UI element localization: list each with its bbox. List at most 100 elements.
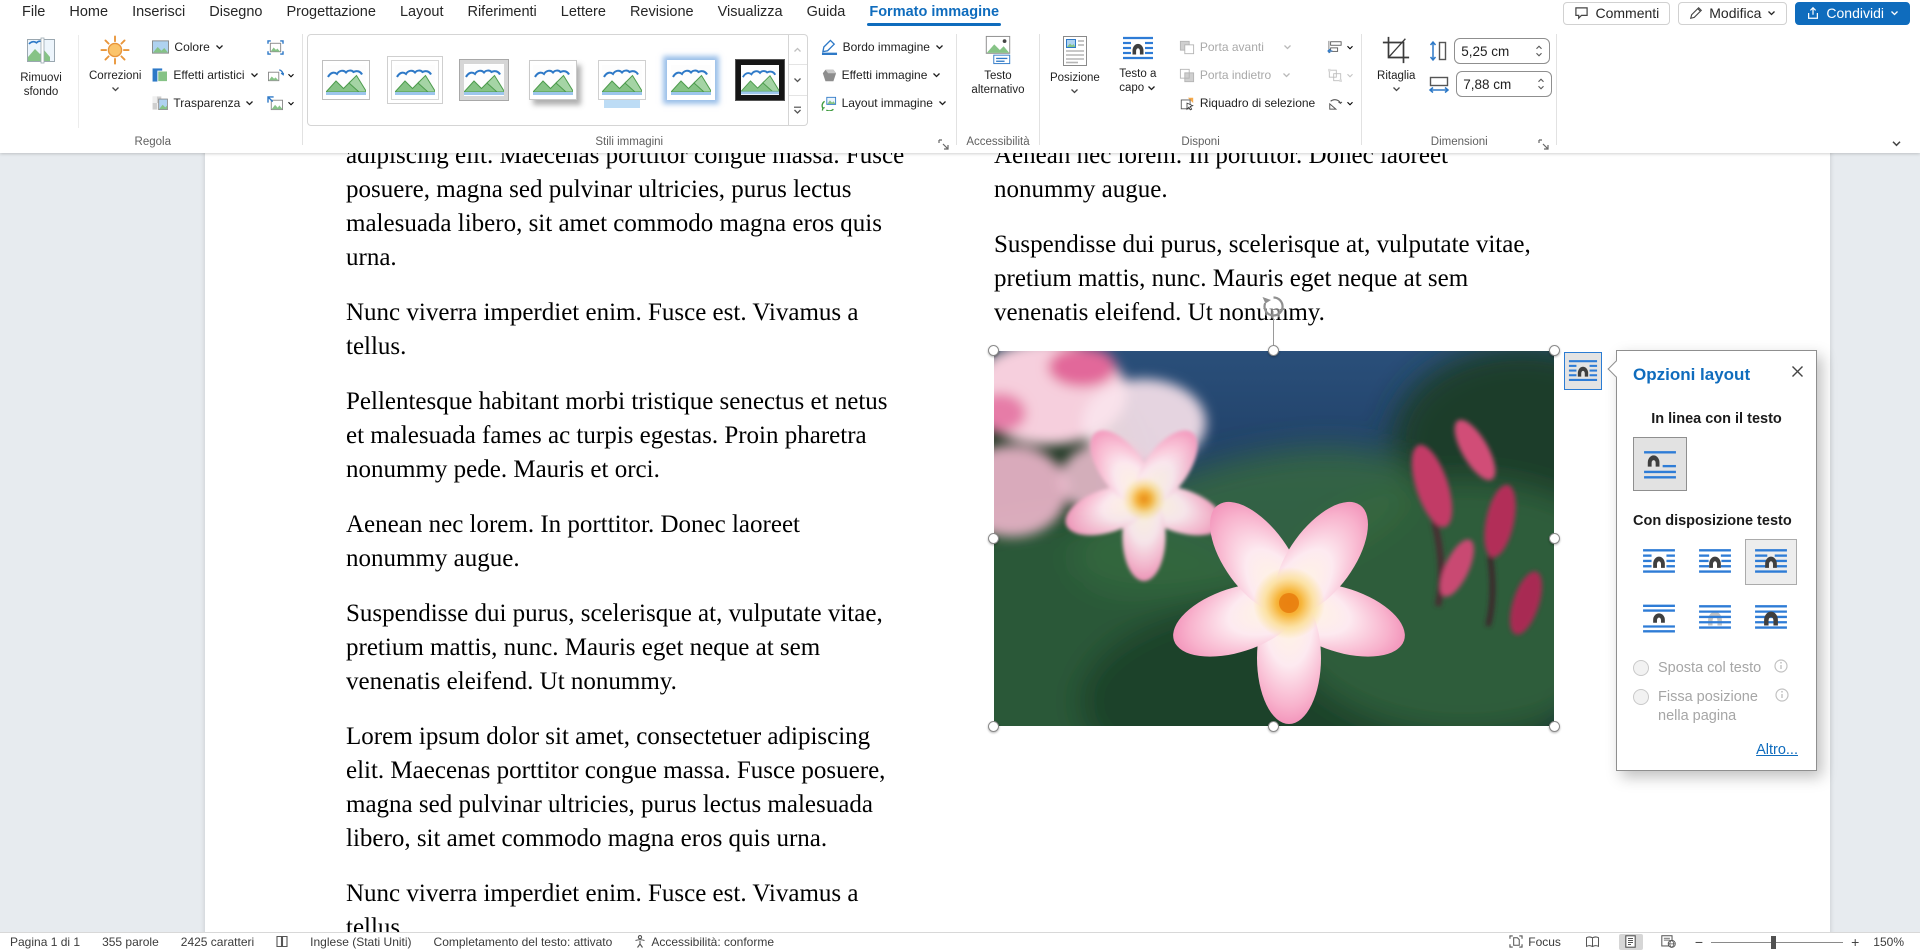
language-status[interactable]: Inglese (Stati Uniti): [310, 935, 411, 949]
dialog-launcher-icon[interactable]: [1538, 139, 1549, 150]
picture-border-button[interactable]: Bordo immagine: [816, 33, 952, 61]
menu-tab-progettazione[interactable]: Progettazione: [274, 0, 387, 26]
word-count-status[interactable]: 355 parole: [102, 935, 159, 949]
paragraph[interactable]: Aenean nec lorem. In porttitor. Donec la…: [994, 153, 1554, 207]
paragraph[interactable]: Nunc viverra imperdiet enim. Fusce est. …: [346, 877, 906, 932]
zoom-level[interactable]: 150%: [1873, 935, 1904, 949]
reset-picture-button[interactable]: [264, 89, 298, 117]
share-button[interactable]: Condividi: [1795, 2, 1910, 25]
comments-button[interactable]: Commenti: [1563, 2, 1670, 25]
height-spinner[interactable]: [1535, 45, 1543, 57]
selection-handle-bottom-left[interactable]: [988, 721, 999, 732]
picture-style-thumbnail-3[interactable]: [460, 60, 508, 100]
corrections-button[interactable]: Correzioni: [83, 29, 147, 92]
paragraph[interactable]: Pellentesque habitant morbi tristique se…: [346, 385, 906, 487]
color-button[interactable]: Colore: [147, 33, 263, 61]
picture-effects-button[interactable]: Effetti immagine: [816, 61, 952, 89]
change-picture-button[interactable]: [264, 61, 298, 89]
picture-style-thumbnail-1[interactable]: [322, 60, 370, 100]
picture-style-thumbnail-4[interactable]: [529, 60, 577, 100]
menu-tab-home[interactable]: Home: [57, 0, 120, 26]
width-spinner[interactable]: [1537, 78, 1545, 90]
position-button[interactable]: Posizione: [1044, 29, 1106, 94]
wrap-in-front-icon: [1754, 603, 1788, 633]
wrap-option-inline[interactable]: [1633, 437, 1687, 491]
picture-style-thumbnail-5[interactable]: [598, 60, 646, 100]
layout-options-button[interactable]: [1564, 352, 1602, 390]
zoom-slider-thumb[interactable]: [1771, 936, 1776, 949]
artistic-effects-button[interactable]: Effetti artistici: [147, 61, 263, 89]
selection-handle-top-center[interactable]: [1268, 345, 1279, 356]
picture-style-thumbnail-6[interactable]: [667, 60, 715, 100]
wrap-option-square[interactable]: [1633, 539, 1685, 585]
web-layout-button[interactable]: [1657, 934, 1681, 950]
gallery-scroll-down-button[interactable]: [789, 64, 807, 94]
wrap-option-top-bottom[interactable]: [1633, 595, 1685, 641]
crop-button[interactable]: Ritaglia: [1366, 29, 1426, 92]
menu-tab-riferimenti[interactable]: Riferimenti: [455, 0, 548, 26]
edit-mode-button[interactable]: Modifica: [1678, 2, 1787, 25]
align-objects-button[interactable]: [1324, 33, 1357, 61]
wrap-option-through[interactable]: [1745, 539, 1797, 585]
rotate-objects-button[interactable]: [1324, 89, 1357, 117]
paragraph[interactable]: Lorem ipsum dolor sit amet, consectetuer…: [346, 720, 906, 856]
selection-handle-top-left[interactable]: [988, 345, 999, 356]
wrap-option-in-front[interactable]: [1745, 595, 1797, 641]
menu-tab-formato-immagine[interactable]: Formato immagine: [857, 0, 1011, 26]
accessibility-status[interactable]: Accessibilità: conforme: [634, 935, 774, 949]
picture-style-thumbnail-7[interactable]: [736, 60, 784, 100]
menu-tab-visualizza[interactable]: Visualizza: [706, 0, 795, 26]
rotation-handle[interactable]: [1260, 293, 1287, 320]
selection-handle-top-right[interactable]: [1549, 345, 1560, 356]
text-completion-status[interactable]: Completamento del testo: attivato: [434, 935, 613, 949]
dialog-launcher-icon[interactable]: [938, 139, 949, 150]
picture-styles-gallery: [307, 34, 789, 126]
text-column-left[interactable]: adipiscing elit. Maecenas porttitor cong…: [346, 153, 906, 932]
menu-tab-file[interactable]: File: [10, 0, 57, 26]
paragraph[interactable]: Suspendisse dui purus, scelerisque at, v…: [346, 597, 906, 699]
selection-pane-button[interactable]: Riquadro di selezione: [1174, 89, 1320, 117]
web-layout-icon: [1661, 935, 1676, 948]
chevron-down-icon: [1346, 73, 1354, 78]
menu-tab-revisione[interactable]: Revisione: [618, 0, 706, 26]
zoom-out-button[interactable]: −: [1695, 934, 1703, 950]
transparency-button[interactable]: Trasparenza: [147, 89, 263, 117]
picture-style-thumbnail-2[interactable]: [391, 60, 439, 100]
selection-handle-bottom-right[interactable]: [1549, 721, 1560, 732]
focus-mode-button[interactable]: Focus: [1509, 935, 1561, 949]
menu-tab-guida[interactable]: Guida: [795, 0, 858, 26]
wrap-option-tight[interactable]: [1689, 539, 1741, 585]
alt-text-button[interactable]: Testo alternativo: [961, 29, 1035, 97]
collapse-ribbon-button[interactable]: [1891, 140, 1902, 147]
picture-layout-button[interactable]: Layout immagine: [816, 89, 952, 117]
char-count-status[interactable]: 2425 caratteri: [181, 935, 254, 949]
print-layout-button[interactable]: [1619, 934, 1643, 950]
gallery-more-button[interactable]: [789, 95, 807, 125]
paragraph[interactable]: adipiscing elit. Maecenas porttitor cong…: [346, 153, 906, 275]
shape-height-input[interactable]: 5,25 cm: [1454, 38, 1550, 64]
menu-tab-disegno[interactable]: Disegno: [197, 0, 274, 26]
selection-handle-middle-left[interactable]: [988, 533, 999, 544]
gallery-scroll-up-button[interactable]: [789, 35, 807, 64]
proofing-status[interactable]: [276, 935, 288, 948]
wrap-text-button[interactable]: Testo a capo: [1106, 29, 1170, 95]
selection-handle-middle-right[interactable]: [1549, 533, 1560, 544]
wrap-option-behind-text[interactable]: [1689, 595, 1741, 641]
paragraph[interactable]: Aenean nec lorem. In porttitor. Donec la…: [346, 508, 906, 576]
selected-image[interactable]: [994, 351, 1554, 726]
read-mode-button[interactable]: [1581, 934, 1605, 950]
paragraph[interactable]: Nunc viverra imperdiet enim. Fusce est. …: [346, 296, 906, 364]
zoom-in-button[interactable]: +: [1851, 934, 1859, 950]
text-column-right[interactable]: Aenean nec lorem. In porttitor. Donec la…: [994, 153, 1554, 932]
selection-handle-bottom-center[interactable]: [1268, 721, 1279, 732]
shape-width-input[interactable]: 7,88 cm: [1456, 71, 1552, 97]
page-number-status[interactable]: Pagina 1 di 1: [10, 935, 80, 949]
remove-background-button[interactable]: Rimuovi sfondo: [8, 29, 74, 99]
menu-tab-lettere[interactable]: Lettere: [549, 0, 618, 26]
menu-tab-layout[interactable]: Layout: [388, 0, 456, 26]
menu-tab-inserisci[interactable]: Inserisci: [120, 0, 197, 26]
close-icon[interactable]: [1791, 365, 1804, 378]
compress-picture-button[interactable]: [264, 33, 298, 61]
see-more-link[interactable]: Altro...: [1756, 742, 1798, 758]
zoom-slider-track[interactable]: [1711, 935, 1843, 949]
